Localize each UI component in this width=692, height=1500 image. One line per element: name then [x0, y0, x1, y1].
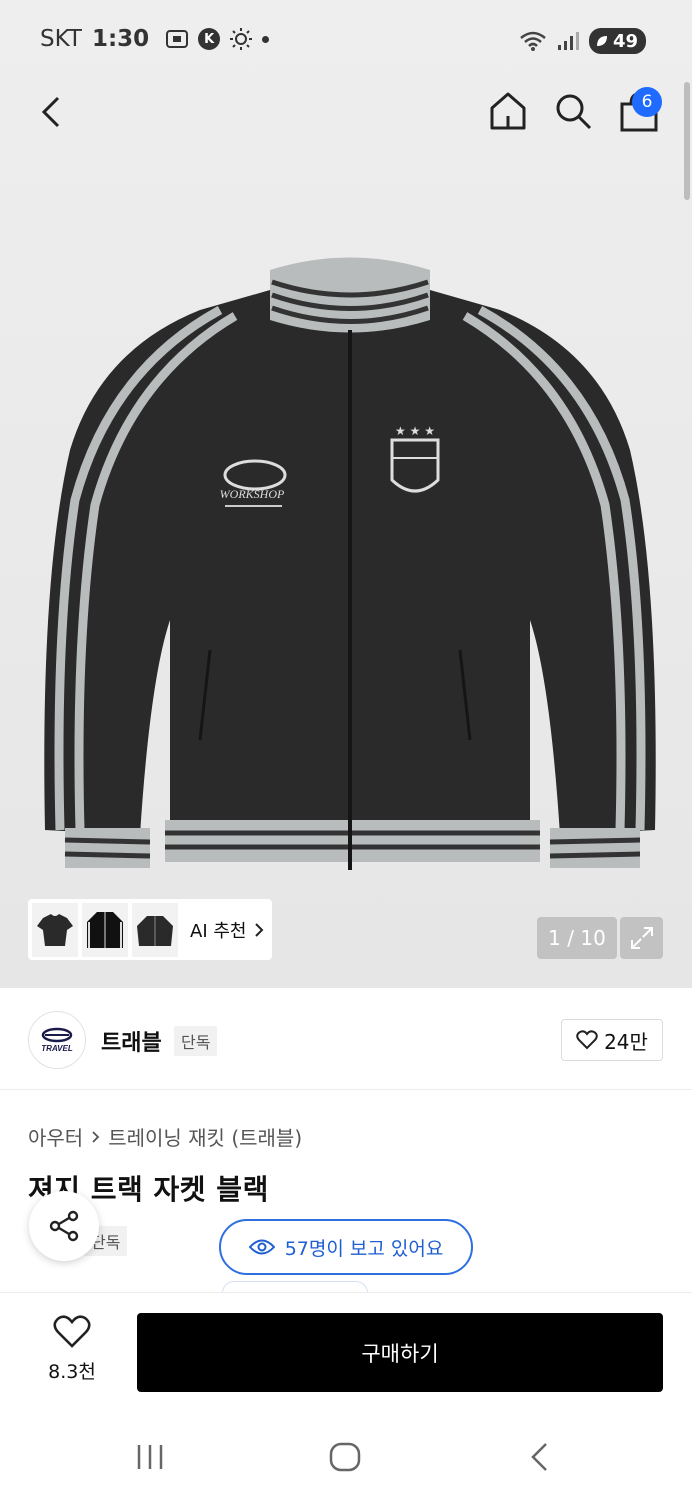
- wifi-icon: [520, 31, 546, 51]
- screenshot-icon: [166, 30, 189, 48]
- carrier-label: SKT: [40, 26, 82, 52]
- expand-button[interactable]: [620, 917, 663, 959]
- jacket-print-text: WORKSHOP: [220, 487, 285, 501]
- brand-name[interactable]: 트래블: [101, 1025, 162, 1057]
- exclusive-badge: 단독: [174, 1026, 218, 1056]
- brand-like-count: 24만: [604, 1029, 648, 1054]
- clock: 1:30: [91, 26, 150, 52]
- back-arrow-icon[interactable]: [36, 92, 68, 132]
- chevron-right-icon: [255, 922, 264, 937]
- heart-icon: [53, 1315, 91, 1348]
- k-app-icon: K: [198, 28, 221, 50]
- chevron-right-icon: [92, 1130, 100, 1143]
- home-button-icon[interactable]: [328, 1441, 362, 1473]
- recommend-thumb[interactable]: [82, 902, 128, 957]
- image-counter: 1 / 10: [537, 917, 617, 959]
- recent-apps-icon[interactable]: [133, 1442, 167, 1472]
- svg-text:★ ★ ★: ★ ★ ★: [395, 424, 435, 438]
- back-button-icon[interactable]: [528, 1441, 552, 1473]
- sun-icon: [230, 28, 253, 50]
- jacket-thumb-icon: [137, 915, 173, 946]
- brand-row: TRAVEL 트래블 단독 24만: [0, 988, 692, 1090]
- system-nav-bar: [0, 1410, 692, 1500]
- top-nav: 6: [0, 80, 692, 150]
- live-viewers-text: 57명이 보고 있어요: [284, 1237, 444, 1260]
- eye-icon: [248, 1239, 275, 1255]
- brand-like-button[interactable]: 24만: [561, 1019, 663, 1061]
- expand-icon: [630, 927, 653, 949]
- product-image[interactable]: WORKSHOP ★ ★ ★: [20, 250, 672, 900]
- battery-indicator: 49: [588, 28, 646, 54]
- home-icon[interactable]: [488, 90, 528, 132]
- travel-logo-icon: TRAVEL: [41, 1027, 73, 1053]
- battery-level: 49: [612, 30, 638, 52]
- svg-text:TRAVEL: TRAVEL: [41, 1044, 73, 1053]
- cart-count-badge: 6: [632, 87, 662, 117]
- signal-icon: [557, 32, 579, 50]
- search-icon[interactable]: [553, 90, 593, 132]
- recommend-thumb[interactable]: [32, 902, 78, 957]
- breadcrumb: 아우터 트레이닝 재킷 (트래블): [28, 1122, 302, 1151]
- share-icon: [49, 1210, 79, 1242]
- ai-recommend-button[interactable]: AI 추천: [28, 899, 272, 960]
- live-viewers-pill: 57명이 보고 있어요: [219, 1219, 473, 1275]
- tshirt-thumb-icon: [37, 913, 73, 946]
- breadcrumb-item[interactable]: 트레이닝 재킷 (트래블): [108, 1122, 302, 1151]
- scrollbar[interactable]: [684, 82, 690, 200]
- recommend-thumb[interactable]: [132, 902, 178, 957]
- status-bar: SKT 1:30 K 49: [0, 0, 692, 80]
- notification-dot-icon: [262, 35, 270, 43]
- wishlist-button[interactable]: 8.3천: [40, 1315, 104, 1384]
- wishlist-count: 8.3천: [48, 1361, 96, 1383]
- heart-icon: [576, 1030, 598, 1050]
- share-button[interactable]: [29, 1191, 99, 1261]
- buy-button[interactable]: 구매하기: [137, 1313, 663, 1392]
- brand-logo[interactable]: TRAVEL: [28, 1011, 86, 1069]
- ai-recommend-label: AI 추천: [190, 920, 247, 942]
- jacket-thumb-icon: [87, 911, 123, 948]
- leaf-icon: [596, 36, 607, 46]
- breadcrumb-item[interactable]: 아우터: [28, 1122, 83, 1151]
